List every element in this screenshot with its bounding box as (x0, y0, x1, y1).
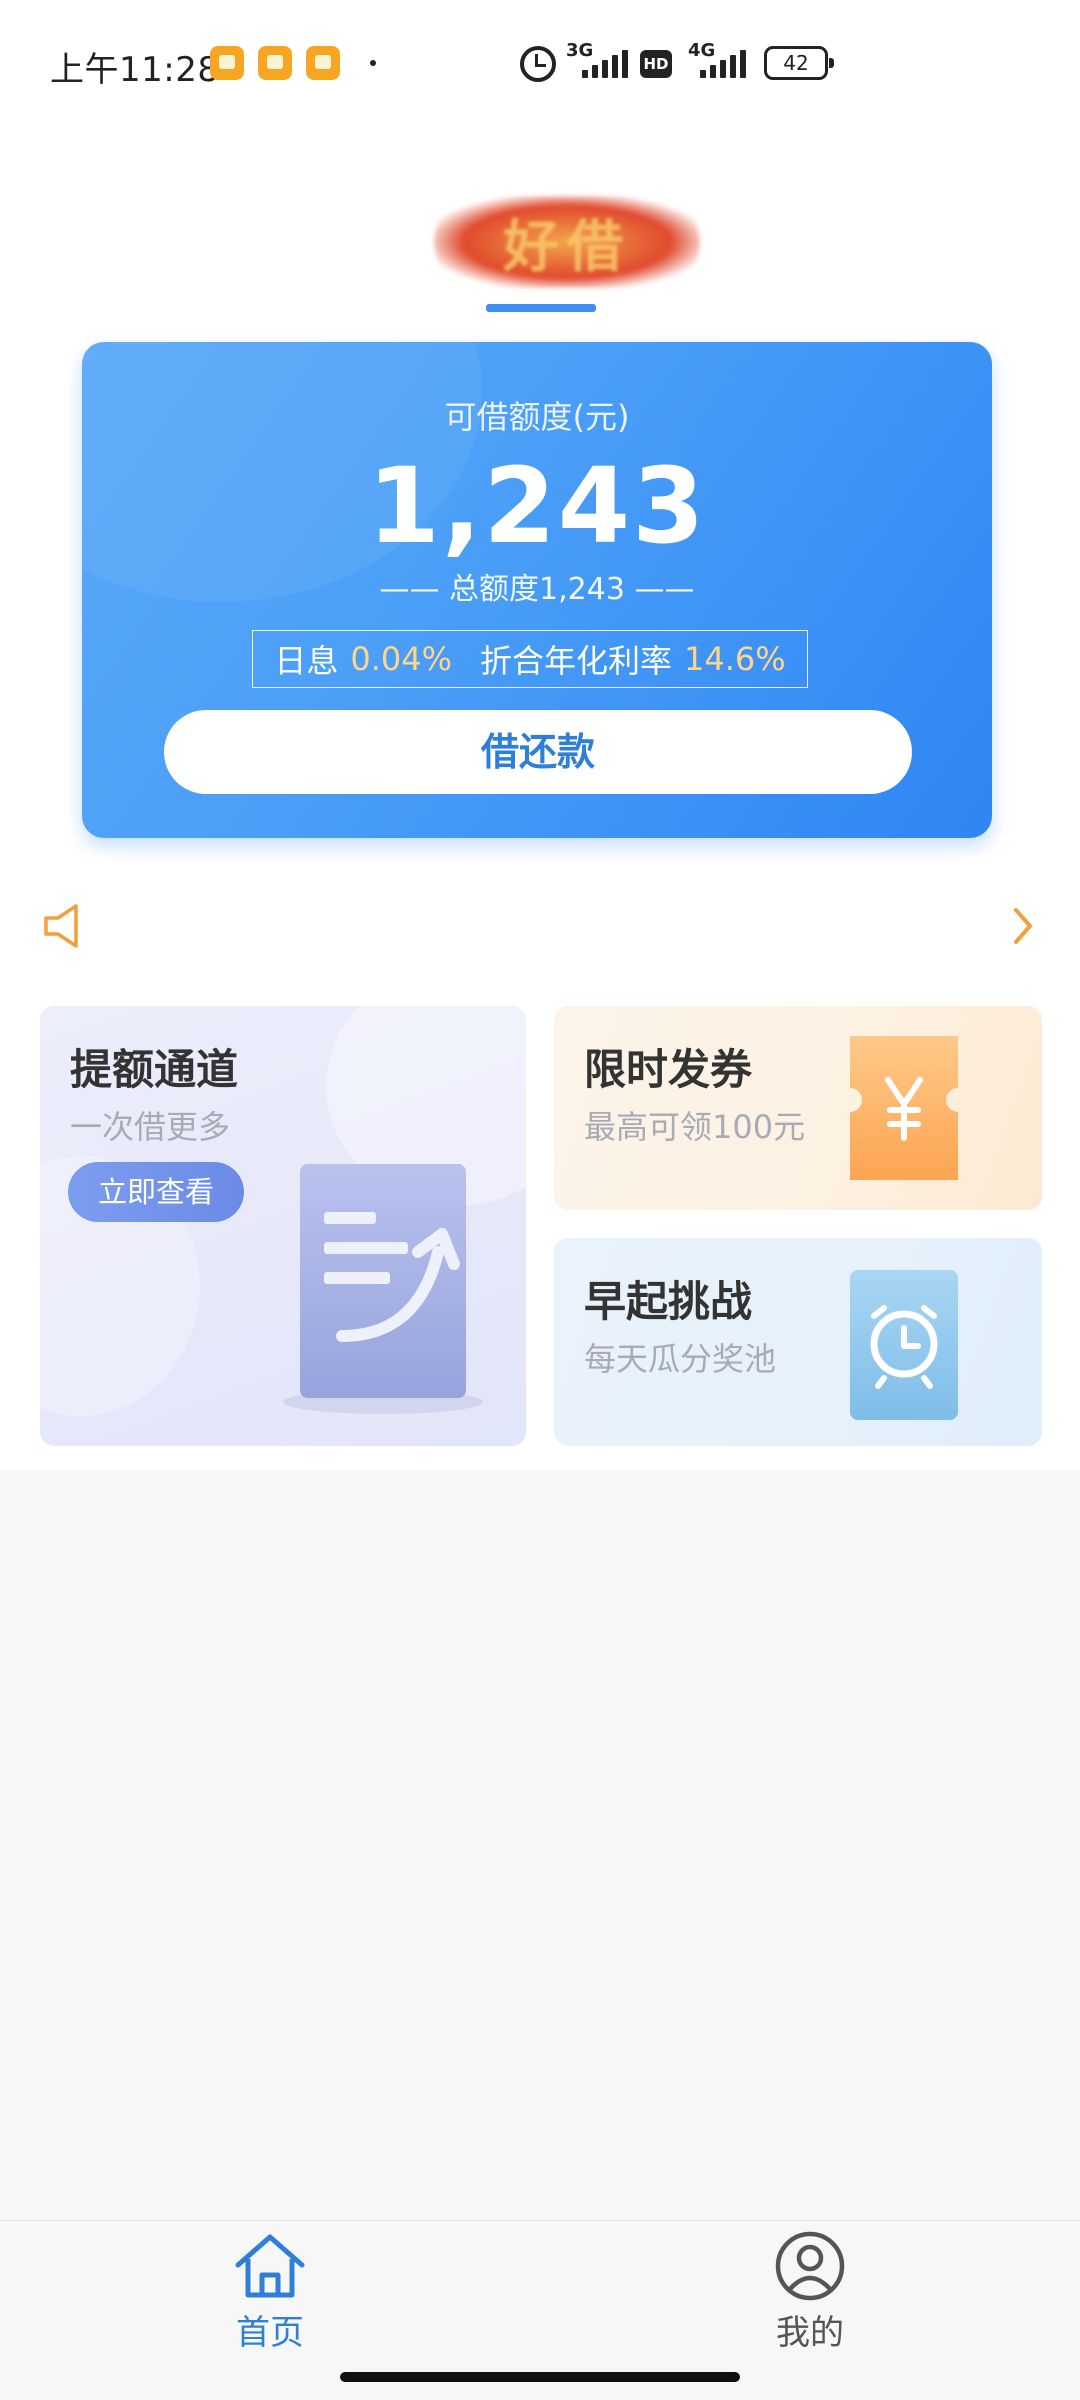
daily-interest-label: 日息 (274, 642, 339, 680)
limited-coupon-card[interactable]: 限时发券 最高可领100元 (554, 1006, 1042, 1210)
alarm-clock-icon (850, 1270, 958, 1420)
app-logo: 好借 (434, 196, 700, 288)
home-icon (235, 2234, 305, 2298)
notification-icon (210, 46, 244, 80)
annual-rate-label: 折合年化利率 (480, 642, 673, 680)
daily-interest-value: 0.04% (350, 640, 452, 678)
notice-bar[interactable] (0, 880, 1080, 970)
hd-voice-icon: HD (640, 50, 672, 78)
nav-mine-label: 我的 (776, 2313, 844, 2353)
view-now-button[interactable]: 立即查看 (68, 1162, 244, 1222)
status-time: 上午11:28 (50, 50, 220, 90)
nav-home[interactable]: 首页 (170, 2231, 370, 2354)
user-icon (775, 2231, 845, 2301)
chevron-right-icon[interactable] (1002, 900, 1042, 952)
yuan-ticket-icon (850, 1036, 958, 1180)
home-indicator[interactable] (340, 2372, 740, 2382)
limit-increase-title: 提额通道 (70, 1045, 239, 1094)
available-credit-amount: 1,243 (367, 445, 707, 567)
credit-limit-card: 可借额度(元) 1,243 —— 总额度1,243 —— 日息 0.04% 折合… (82, 342, 992, 838)
logo-text: 好借 (503, 214, 631, 280)
nav-home-label: 首页 (236, 2313, 304, 2353)
status-bar: 上午11:28 3G HD 4G 42 (0, 0, 1080, 120)
early-rise-title: 早起挑战 (584, 1277, 753, 1326)
coupon-subtitle: 最高可领100元 (584, 1108, 806, 1146)
alarm-icon (520, 46, 556, 82)
signal-bars-icon (582, 50, 632, 78)
document-arrow-icon (283, 1164, 483, 1414)
available-credit-label: 可借额度(元) (444, 398, 630, 436)
total-credit-text: —— 总额度1,243 —— (379, 572, 695, 607)
interest-rate-box: 日息 0.04% 折合年化利率 14.6% (252, 630, 808, 688)
logo-underline (486, 304, 596, 312)
coupon-title: 限时发券 (584, 1045, 753, 1094)
notification-icon (258, 46, 292, 80)
limit-increase-card[interactable]: 提额通道 一次借更多 立即查看 (40, 1006, 526, 1446)
battery-icon: 42 (764, 46, 834, 80)
more-notifications-dot (370, 60, 376, 66)
annual-rate-value: 14.6% (684, 640, 786, 678)
notification-icon (306, 46, 340, 80)
early-rise-challenge-card[interactable]: 早起挑战 每天瓜分奖池 (554, 1238, 1042, 1446)
borrow-repay-button[interactable]: 借还款 (164, 710, 912, 794)
nav-mine[interactable]: 我的 (710, 2231, 910, 2354)
signal-bars-icon (700, 50, 750, 78)
speaker-icon (44, 904, 78, 948)
early-rise-subtitle: 每天瓜分奖池 (584, 1340, 777, 1378)
limit-increase-subtitle: 一次借更多 (70, 1108, 231, 1146)
